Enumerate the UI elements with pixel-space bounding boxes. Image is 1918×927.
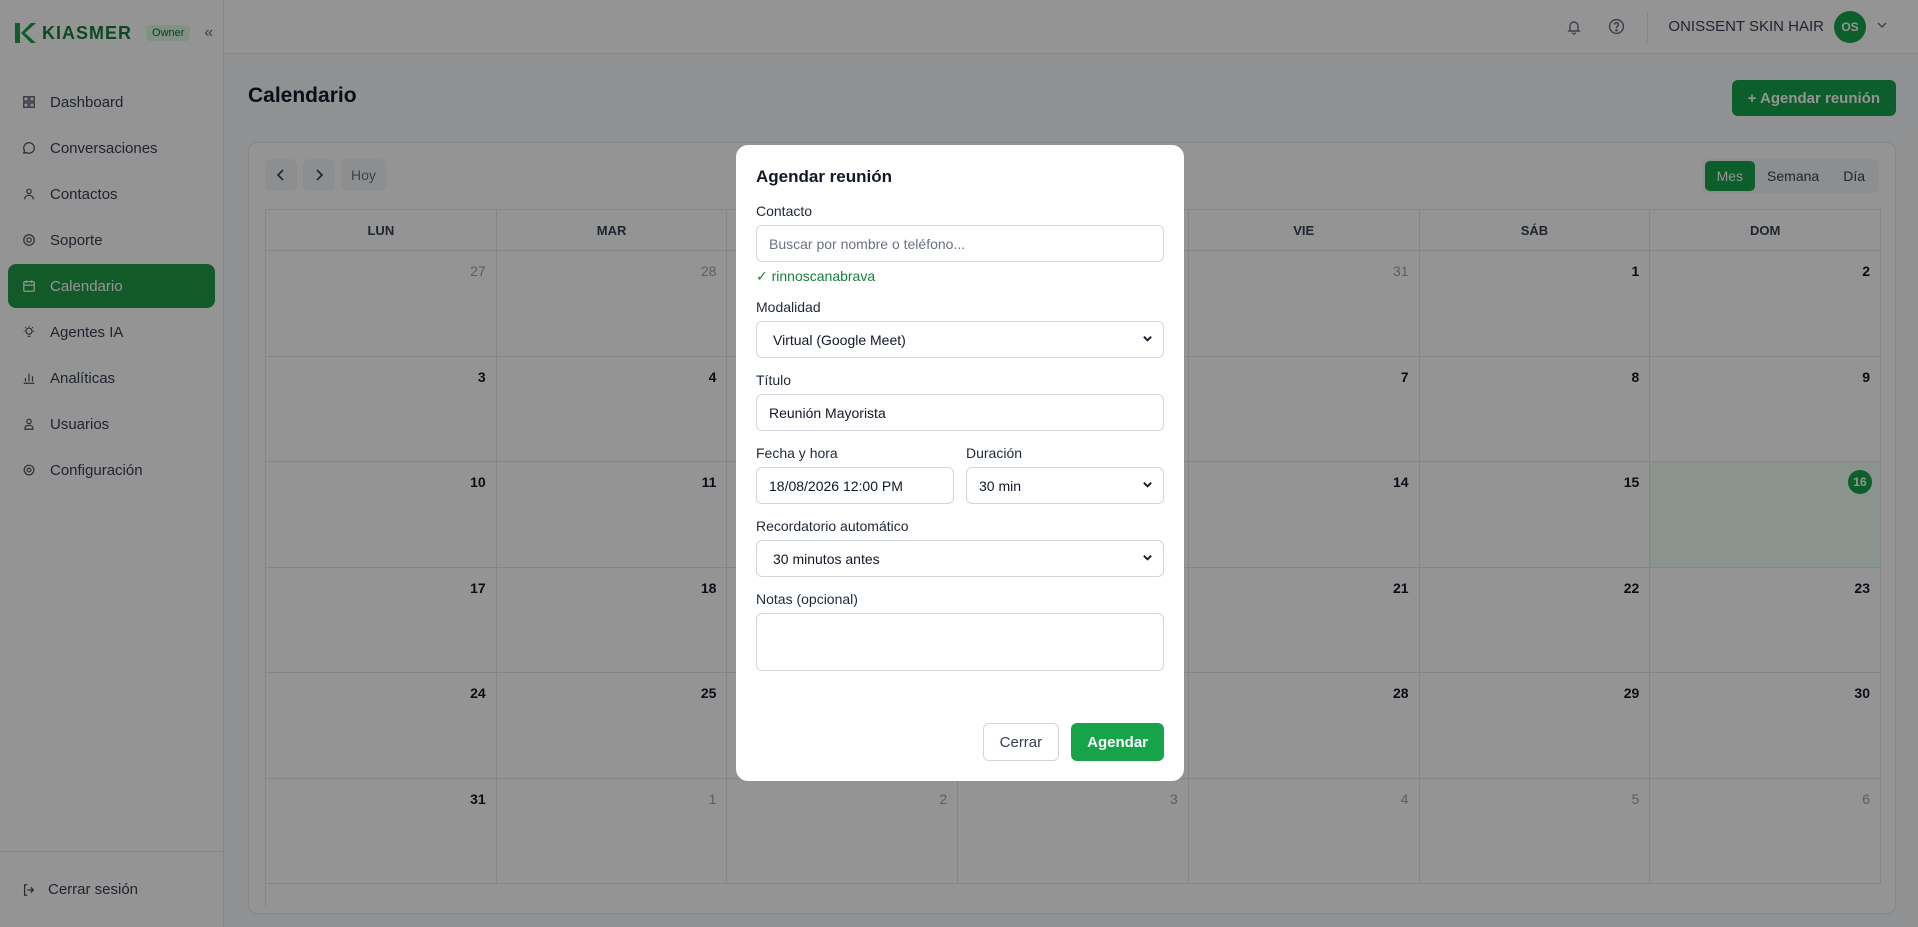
duration-label: Duración [966, 445, 1023, 461]
reminder-select[interactable]: 30 minutos antes [756, 540, 1164, 577]
reminder-value: 30 minutos antes [773, 550, 880, 567]
dialog-title: Agendar reunión [756, 167, 893, 186]
dialog-actions: Cerrar Agendar [982, 723, 1164, 761]
chevron-down-icon [1142, 333, 1153, 347]
contact-placeholder: Buscar por nombre o teléfono... [769, 235, 966, 252]
contact-label: Contacto [756, 203, 813, 219]
modality-select[interactable]: Virtual (Google Meet) [756, 321, 1164, 358]
selected-contact: ✓ rinnoscanabrava [756, 268, 876, 284]
duration-value: 30 min [979, 477, 1022, 494]
title-label: Título [756, 372, 792, 388]
close-button[interactable]: Cerrar [982, 723, 1060, 761]
datetime-value: 18/08/2026 12:00 PM [769, 477, 903, 494]
schedule-button[interactable]: Agendar [1071, 723, 1164, 761]
datetime-input[interactable]: 18/08/2026 12:00 PM [756, 467, 954, 504]
modality-value: Virtual (Google Meet) [773, 331, 906, 348]
title-input[interactable]: Reunión Mayorista [756, 394, 1164, 431]
title-value: Reunión Mayorista [769, 404, 886, 421]
notes-label: Notas (opcional) [756, 591, 858, 607]
chevron-down-icon [1142, 552, 1153, 566]
datetime-label: Fecha y hora [756, 445, 838, 461]
notes-textarea[interactable] [756, 613, 1164, 671]
chevron-down-icon [1142, 479, 1153, 493]
modality-label: Modalidad [756, 299, 821, 315]
contact-search-input[interactable]: Buscar por nombre o teléfono... [756, 225, 1164, 262]
duration-select[interactable]: 30 min [966, 467, 1164, 504]
reminder-label: Recordatorio automático [756, 518, 909, 534]
schedule-meeting-dialog: Agendar reunión Contacto Buscar por nomb… [736, 145, 1184, 781]
